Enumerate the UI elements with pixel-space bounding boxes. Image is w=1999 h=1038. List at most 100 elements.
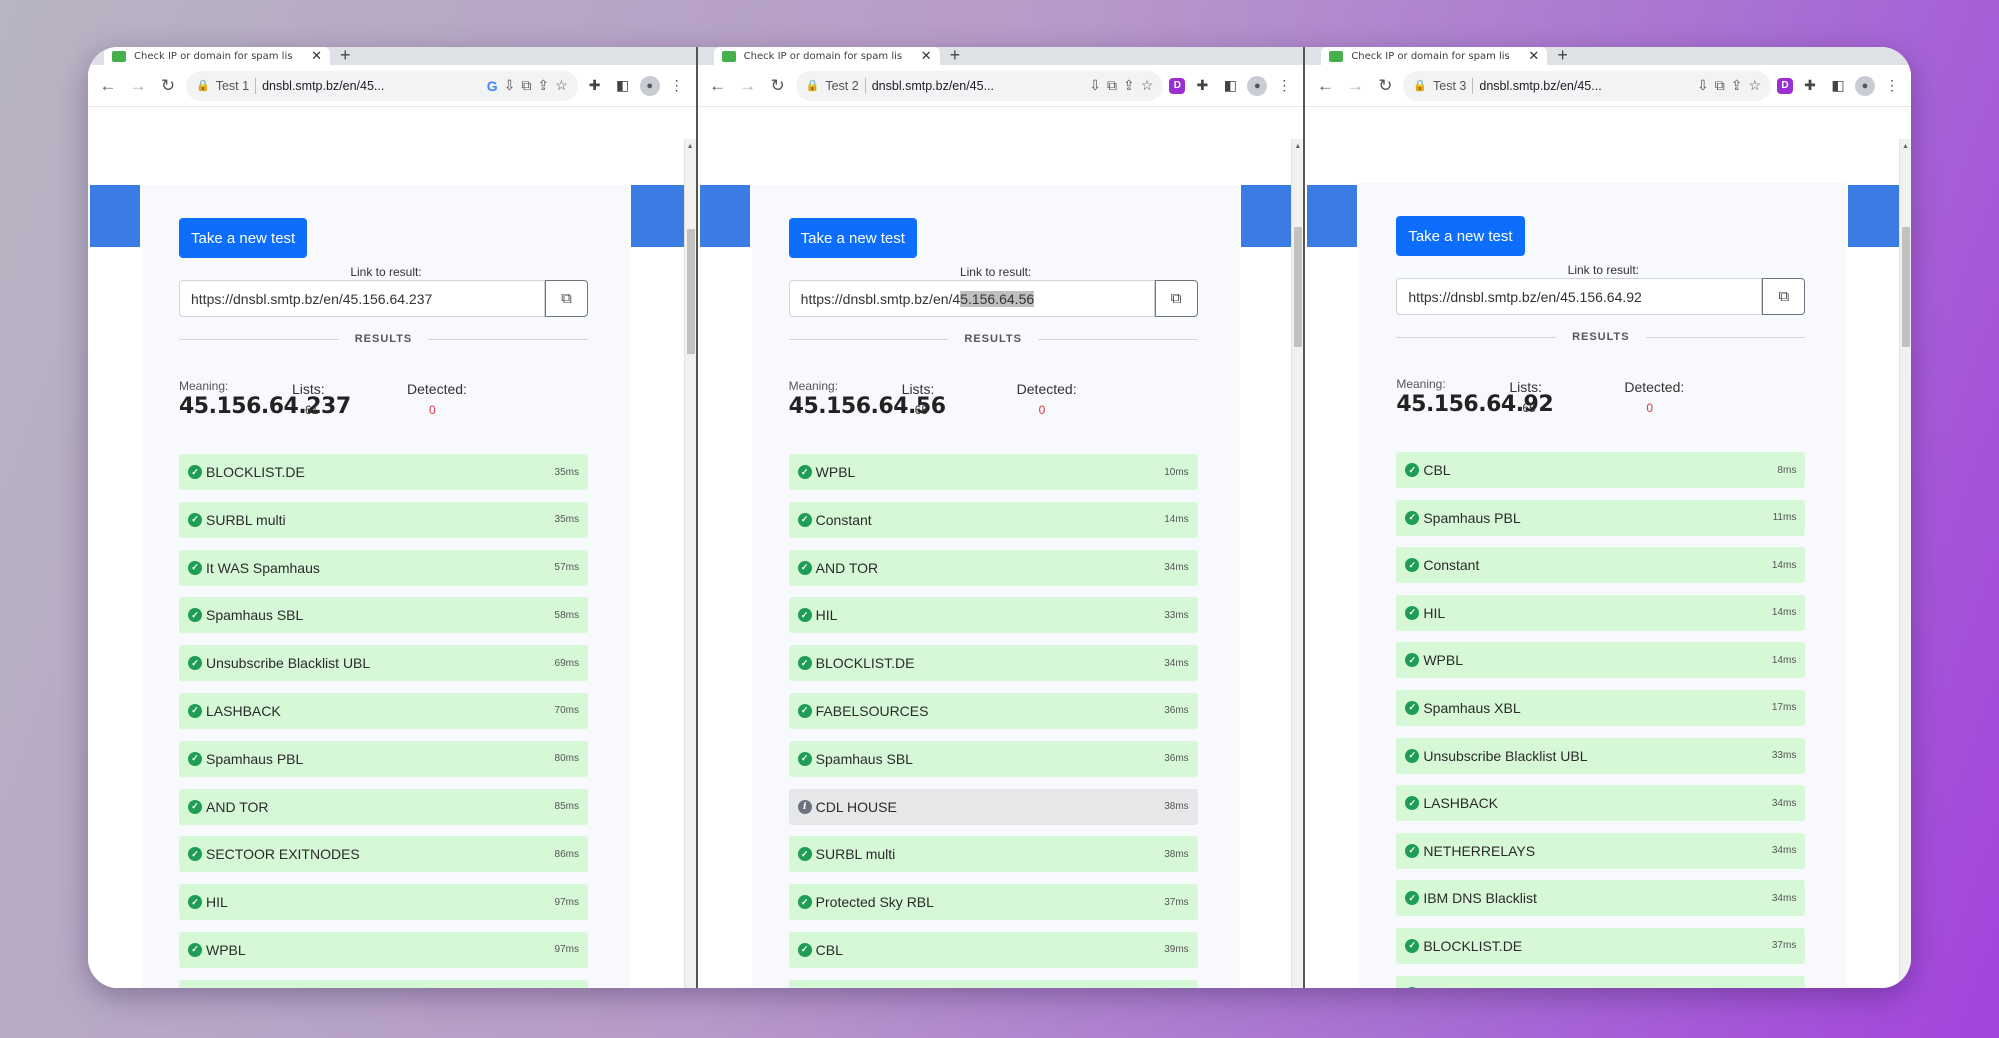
profile-chip[interactable]: Test 2 bbox=[825, 79, 858, 93]
result-row[interactable]: ✓ HIL 97ms bbox=[179, 884, 588, 921]
result-row[interactable]: ✓ BLOCKLIST.DE 37ms bbox=[1396, 927, 1806, 964]
reload-icon[interactable]: ↻ bbox=[1373, 76, 1397, 96]
extensions-puzzle-icon[interactable]: ✚ bbox=[1799, 77, 1821, 94]
extensions-puzzle-icon[interactable]: ✚ bbox=[584, 77, 606, 94]
scroll-up-arrow-icon[interactable]: ▲ bbox=[1294, 143, 1301, 150]
result-link-field[interactable]: https://dnsbl.smtp.bz/en/45.156.64.237 bbox=[179, 280, 545, 317]
close-tab-icon[interactable]: ✕ bbox=[311, 48, 322, 64]
extensions-puzzle-icon[interactable]: ✚ bbox=[1191, 77, 1213, 94]
close-tab-icon[interactable]: ✕ bbox=[921, 48, 932, 64]
close-tab-icon[interactable]: ✕ bbox=[1528, 48, 1539, 64]
forward-icon[interactable]: → bbox=[126, 76, 150, 96]
install-app-icon[interactable]: ⇩ bbox=[504, 77, 516, 94]
page-scrollbar[interactable]: ▲ bbox=[1899, 139, 1911, 988]
url-text[interactable]: dnsbl.smtp.bz/en/45... bbox=[1479, 79, 1691, 93]
side-panel-icon[interactable]: ◧ bbox=[1219, 77, 1241, 94]
browser-tab[interactable]: Check IP or domain for spam lis ✕ bbox=[1321, 47, 1548, 65]
result-row[interactable]: ✓ Unsubscribe Blacklist UBL 33ms bbox=[1396, 737, 1806, 774]
new-tab-icon[interactable]: + bbox=[950, 47, 961, 66]
scrollbar-thumb[interactable] bbox=[1294, 227, 1303, 347]
install-app-icon[interactable]: ⇩ bbox=[1697, 77, 1709, 94]
translate-icon[interactable]: ⧉ bbox=[521, 77, 531, 94]
reload-icon[interactable]: ↻ bbox=[766, 76, 790, 96]
bookmark-star-icon[interactable]: ☆ bbox=[1141, 77, 1154, 94]
extension-purple-icon[interactable]: D bbox=[1169, 77, 1186, 94]
result-row[interactable]: ✓ HIL 14ms bbox=[1396, 594, 1806, 631]
address-bar[interactable]: 🔒 Test 1 dnsbl.smtp.bz/en/45... G ⇩ ⧉ ⇪ … bbox=[186, 70, 578, 101]
result-link-field[interactable]: https://dnsbl.smtp.bz/en/45.156.64.92 bbox=[1396, 278, 1763, 315]
result-row[interactable]: ✓ LASHBACK 34ms bbox=[1396, 785, 1806, 822]
extension-purple-icon[interactable]: D bbox=[1777, 77, 1793, 94]
result-row[interactable]: ✓ Spamhaus PBL 11ms bbox=[1396, 499, 1806, 536]
result-row[interactable]: ✓ IBM DNS Blacklist 34ms bbox=[1396, 880, 1806, 917]
scrollbar-thumb[interactable] bbox=[1902, 227, 1910, 347]
install-app-icon[interactable]: ⇩ bbox=[1089, 77, 1101, 94]
side-panel-icon[interactable]: ◧ bbox=[1827, 77, 1849, 94]
back-icon[interactable]: ← bbox=[96, 76, 120, 96]
share-icon[interactable]: ⇪ bbox=[1123, 77, 1135, 94]
result-row[interactable]: ✓ WPBL 97ms bbox=[179, 931, 588, 968]
result-row[interactable]: ✓ NETHERRELAYS 34ms bbox=[1396, 832, 1806, 869]
side-panel-icon[interactable]: ◧ bbox=[612, 77, 634, 94]
result-row[interactable]: ✓ CBL 8ms bbox=[1396, 452, 1806, 488]
back-icon[interactable]: ← bbox=[1313, 76, 1337, 96]
back-icon[interactable]: ← bbox=[706, 76, 730, 96]
result-row[interactable]: ✓ Spamhaus SBL 58ms bbox=[179, 597, 588, 634]
result-row[interactable]: ✓ SECTOOR EXITNODES 86ms bbox=[179, 836, 588, 873]
profile-avatar-icon[interactable]: ● bbox=[1855, 75, 1875, 96]
result-row[interactable]: ✓ Constant 14ms bbox=[788, 501, 1198, 538]
result-row[interactable]: ✓ CBL 39ms bbox=[788, 931, 1198, 968]
result-row[interactable]: ✓ ZapBL 100ms bbox=[179, 979, 588, 988]
scroll-up-arrow-icon[interactable]: ▲ bbox=[1902, 143, 1909, 150]
result-row[interactable]: ✓ Spamhaus XBL 17ms bbox=[1396, 689, 1806, 726]
result-row[interactable]: ✓ It WAS Spamhaus 57ms bbox=[179, 549, 588, 586]
copy-link-button[interactable]: ⧉ bbox=[545, 280, 588, 317]
browser-tab[interactable]: Check IP or domain for spam lis ✕ bbox=[104, 47, 330, 65]
take-new-test-button[interactable]: Take a new test bbox=[1396, 216, 1525, 256]
copy-link-button[interactable]: ⧉ bbox=[1762, 278, 1806, 315]
browser-tab[interactable]: Check IP or domain for spam lis ✕ bbox=[713, 47, 940, 65]
result-row[interactable]: ✓ AND TOR 85ms bbox=[179, 788, 588, 825]
reload-icon[interactable]: ↻ bbox=[156, 76, 180, 96]
result-row[interactable]: ✓ LASHBACK 70ms bbox=[179, 692, 588, 729]
result-row[interactable]: ✓ Constant 14ms bbox=[1396, 547, 1806, 584]
result-row[interactable]: ✓ Unsubscribe Blacklist UBL 69ms bbox=[179, 645, 588, 682]
profile-chip[interactable]: Test 1 bbox=[216, 79, 249, 93]
result-row[interactable]: ✓ AND TOR 34ms bbox=[788, 549, 1198, 586]
share-icon[interactable]: ⇪ bbox=[1731, 77, 1743, 94]
kebab-menu-icon[interactable]: ⋮ bbox=[1881, 77, 1903, 94]
share-icon[interactable]: ⇪ bbox=[537, 77, 549, 94]
bookmark-star-icon[interactable]: ☆ bbox=[555, 77, 568, 94]
page-scrollbar[interactable]: ▲ bbox=[1291, 139, 1304, 988]
copy-link-button[interactable]: ⧉ bbox=[1154, 280, 1198, 317]
result-row[interactable]: ✓ SORBS BLOCK 39ms bbox=[788, 979, 1198, 988]
result-link-field[interactable]: https://dnsbl.smtp.bz/en/4 5.156.64.56 bbox=[788, 280, 1155, 317]
forward-icon[interactable]: → bbox=[1343, 76, 1367, 96]
address-bar[interactable]: 🔒 Test 2 dnsbl.smtp.bz/en/45... ⇩ ⧉ ⇪ ☆ bbox=[795, 70, 1164, 101]
result-row[interactable]: ✓ Spamhaus SBL 36ms bbox=[788, 740, 1198, 777]
url-text[interactable]: dnsbl.smtp.bz/en/45... bbox=[872, 79, 1084, 93]
result-row[interactable]: ✓ Spamhaus PBL 80ms bbox=[179, 740, 588, 777]
new-tab-icon[interactable]: + bbox=[340, 47, 351, 66]
result-row[interactable]: ✓ SURBL multi 35ms bbox=[179, 501, 588, 538]
profile-avatar-icon[interactable]: ● bbox=[1247, 75, 1268, 96]
scrollbar-thumb[interactable] bbox=[686, 229, 695, 354]
take-new-test-button[interactable]: Take a new test bbox=[788, 218, 917, 258]
scroll-up-arrow-icon[interactable]: ▲ bbox=[687, 143, 694, 150]
forward-icon[interactable]: → bbox=[736, 76, 760, 96]
result-row[interactable]: ✓ Protected Sky RBL 37ms bbox=[788, 884, 1198, 921]
result-row[interactable]: ✓ HIL 33ms bbox=[788, 597, 1198, 634]
page-scrollbar[interactable]: ▲ bbox=[683, 139, 696, 988]
result-row[interactable]: ✓ BLOCKLIST.DE 34ms bbox=[788, 645, 1198, 682]
take-new-test-button[interactable]: Take a new test bbox=[179, 218, 308, 258]
kebab-menu-icon[interactable]: ⋮ bbox=[666, 77, 688, 94]
address-bar[interactable]: 🔒 Test 3 dnsbl.smtp.bz/en/45... ⇩ ⧉ ⇪ ☆ bbox=[1403, 70, 1771, 101]
translate-icon[interactable]: ⧉ bbox=[1715, 77, 1725, 94]
profile-chip[interactable]: Test 3 bbox=[1433, 79, 1466, 93]
result-row[interactable]: ✓ BLOCKLIST.DE 35ms bbox=[179, 454, 588, 490]
result-row[interactable]: ✓ WPBL 14ms bbox=[1396, 642, 1806, 679]
result-row[interactable]: i CDL HOUSE 38ms bbox=[788, 788, 1198, 825]
result-row[interactable]: ✓ SORBS BLOCK 39ms bbox=[1396, 975, 1806, 988]
profile-avatar-icon[interactable]: ● bbox=[639, 75, 660, 96]
result-row[interactable]: ✓ SURBL multi 38ms bbox=[788, 836, 1198, 873]
